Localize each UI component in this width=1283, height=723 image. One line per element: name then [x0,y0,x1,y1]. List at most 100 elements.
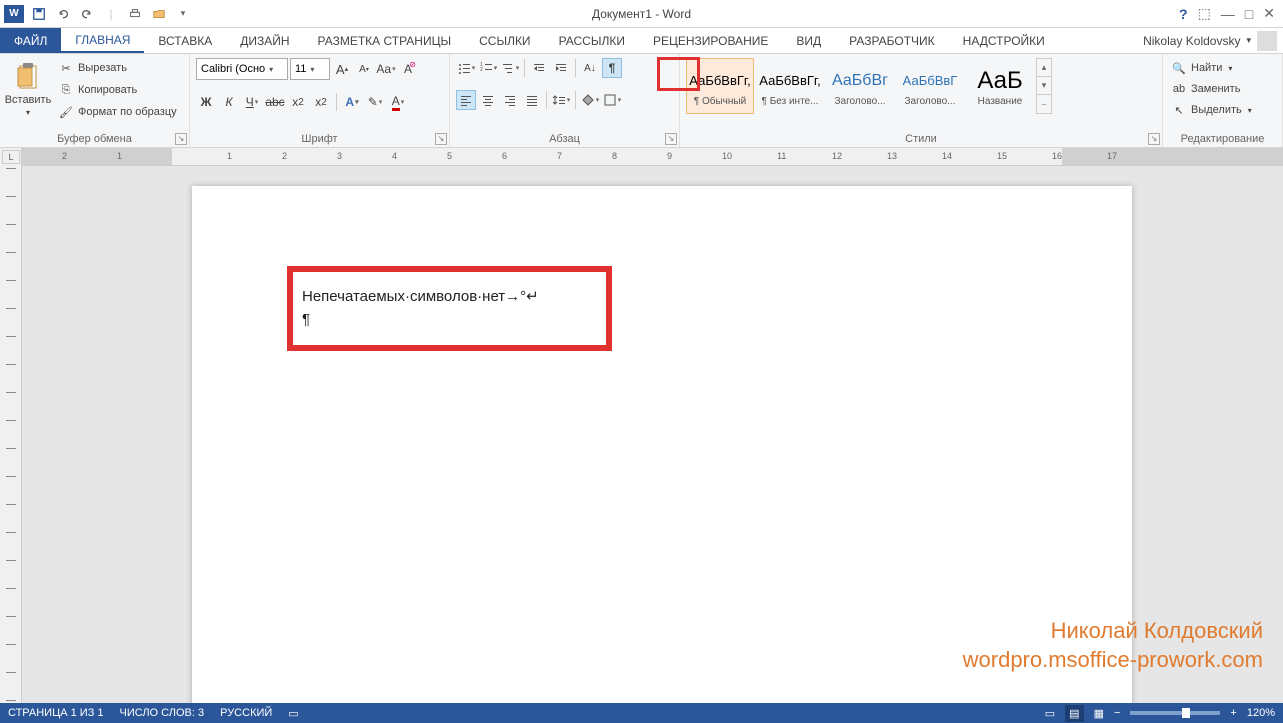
superscript-button[interactable]: x2 [311,92,331,112]
increase-indent-button[interactable] [551,58,571,78]
cursor-icon: ↖ [1171,102,1187,118]
help-icon[interactable]: ? [1179,6,1188,22]
tab-review[interactable]: РЕЦЕНЗИРОВАНИЕ [639,28,782,53]
subscript-button[interactable]: x2 [288,92,308,112]
font-color-button[interactable]: A [388,92,408,112]
minimize-icon[interactable]: — [1221,6,1235,22]
style-heading1[interactable]: АаБбВгЗаголово... [826,58,894,114]
style-heading2[interactable]: АаБбВвГЗаголово... [896,58,964,114]
select-button[interactable]: ↖Выделить ▾ [1169,100,1254,120]
align-center-button[interactable] [478,90,498,110]
tab-home[interactable]: ГЛАВНАЯ [61,28,144,53]
zoom-in-icon[interactable]: + [1230,707,1236,719]
brush-icon: 🖌 [58,104,74,120]
highlight-icon: ✎ [368,95,378,109]
numbering-button[interactable]: 12 [478,58,498,78]
sort-button[interactable]: A↓ [580,58,600,78]
qat-sep: | [100,3,122,25]
gallery-up-icon[interactable]: ▴ [1037,59,1051,77]
paragraph-dialog-launcher[interactable]: ↘ [665,133,677,145]
macro-record-icon[interactable]: ▭ [288,707,298,720]
tab-mailings[interactable]: РАССЫЛКИ [545,28,639,53]
document-scroll[interactable]: Непечатаемых·символов·нет→°↵ ¶ Николай К… [22,166,1283,703]
status-words[interactable]: ЧИСЛО СЛОВ: 3 [120,707,205,719]
paste-button[interactable]: Вставить▾ [6,58,50,119]
status-bar: СТРАНИЦА 1 ИЗ 1 ЧИСЛО СЛОВ: 3 РУССКИЙ ▭ … [0,703,1283,723]
style-no-spacing[interactable]: АаБбВвГг,¶ Без инте... [756,58,824,114]
shrink-font-button[interactable]: A▾ [354,59,374,79]
undo-icon[interactable] [52,3,74,25]
tab-addins[interactable]: НАДСТРОЙКИ [949,28,1059,53]
font-size-combo[interactable]: 11▾ [290,58,330,80]
styles-scroll: ▴ ▾ ⎯ [1036,58,1052,114]
font-dialog-launcher[interactable]: ↘ [435,133,447,145]
multilevel-list-button[interactable] [500,58,520,78]
page[interactable]: Непечатаемых·символов·нет→°↵ ¶ [192,186,1132,703]
bullets-button[interactable] [456,58,476,78]
font-name-combo[interactable]: Calibri (Осно▾ [196,58,288,80]
line-spacing-button[interactable] [551,90,571,110]
clear-formatting-button[interactable]: A⊘ [398,59,418,79]
tab-view[interactable]: ВИД [782,28,835,53]
ribbon-display-icon[interactable]: ⬚ [1198,5,1211,22]
qat-more-icon[interactable]: ▾ [172,3,194,25]
replace-button[interactable]: abЗаменить [1169,79,1254,99]
view-read-icon[interactable]: ▭ [1045,707,1055,720]
horizontal-ruler[interactable]: 211234567891011121314151617 [22,148,1283,166]
cut-button[interactable]: ✂Вырезать [56,58,179,78]
find-button[interactable]: 🔍Найти ▾ [1169,58,1254,78]
clipboard-dialog-launcher[interactable]: ↘ [175,133,187,145]
title-bar: W | ▾ Документ1 - Word ? ⬚ — □ ✕ [0,0,1283,28]
ruler-corner[interactable]: L [2,150,20,164]
tab-design[interactable]: ДИЗАЙН [226,28,303,53]
decrease-indent-button[interactable] [529,58,549,78]
maximize-icon[interactable]: □ [1245,6,1253,22]
highlight-button[interactable]: ✎ [365,92,385,112]
avatar[interactable] [1257,31,1277,51]
strikethrough-button[interactable]: abc [265,92,285,112]
view-print-icon[interactable]: ▤ [1065,705,1083,722]
show-paragraph-marks-button[interactable]: ¶ [602,58,622,78]
text-effects-button[interactable]: A [342,92,362,112]
window-title: Документ1 - Word [592,7,691,21]
zoom-slider[interactable] [1130,711,1220,715]
italic-button[interactable]: К [219,92,239,112]
copy-button[interactable]: ⎘Копировать [56,80,179,100]
justify-button[interactable] [522,90,542,110]
vertical-ruler[interactable] [0,148,22,703]
format-painter-button[interactable]: 🖌Формат по образцу [56,102,179,122]
align-left-button[interactable] [456,90,476,110]
underline-button[interactable]: Ч [242,92,262,112]
tab-insert[interactable]: ВСТАВКА [144,28,226,53]
save-icon[interactable] [28,3,50,25]
align-right-button[interactable] [500,90,520,110]
tab-developer[interactable]: РАЗРАБОТЧИК [835,28,949,53]
tab-layout[interactable]: РАЗМЕТКА СТРАНИЦЫ [304,28,466,53]
close-icon[interactable]: ✕ [1263,5,1275,22]
gallery-down-icon[interactable]: ▾ [1037,77,1051,95]
zoom-value[interactable]: 120% [1247,707,1275,719]
redo-icon[interactable] [76,3,98,25]
zoom-out-icon[interactable]: − [1114,707,1120,719]
bold-button[interactable]: Ж [196,92,216,112]
view-web-icon[interactable]: ▦ [1094,707,1104,720]
status-language[interactable]: РУССКИЙ [220,707,272,719]
copy-icon: ⎘ [58,82,74,98]
styles-group-label: Стили [686,131,1156,145]
styles-dialog-launcher[interactable]: ↘ [1148,133,1160,145]
ribbon-tabs: ФАЙЛ ГЛАВНАЯ ВСТАВКА ДИЗАЙН РАЗМЕТКА СТР… [0,28,1283,54]
user-area[interactable]: Nikolay Koldovsky ▾ [1143,28,1283,53]
style-title[interactable]: АаБНазвание [966,58,1034,114]
gallery-more-icon[interactable]: ⎯ [1037,95,1051,113]
borders-button[interactable] [602,90,622,110]
tab-file[interactable]: ФАЙЛ [0,28,61,53]
tab-references[interactable]: ССЫЛКИ [465,28,544,53]
status-page[interactable]: СТРАНИЦА 1 ИЗ 1 [8,707,104,719]
quick-print-icon[interactable] [124,3,146,25]
open-icon[interactable] [148,3,170,25]
style-normal[interactable]: АаБбВвГг,¶ Обычный [686,58,754,114]
shading-button[interactable] [580,90,600,110]
quick-access-toolbar: | ▾ [28,3,194,25]
change-case-button[interactable]: Aa [376,59,396,79]
grow-font-button[interactable]: A▴ [332,59,352,79]
